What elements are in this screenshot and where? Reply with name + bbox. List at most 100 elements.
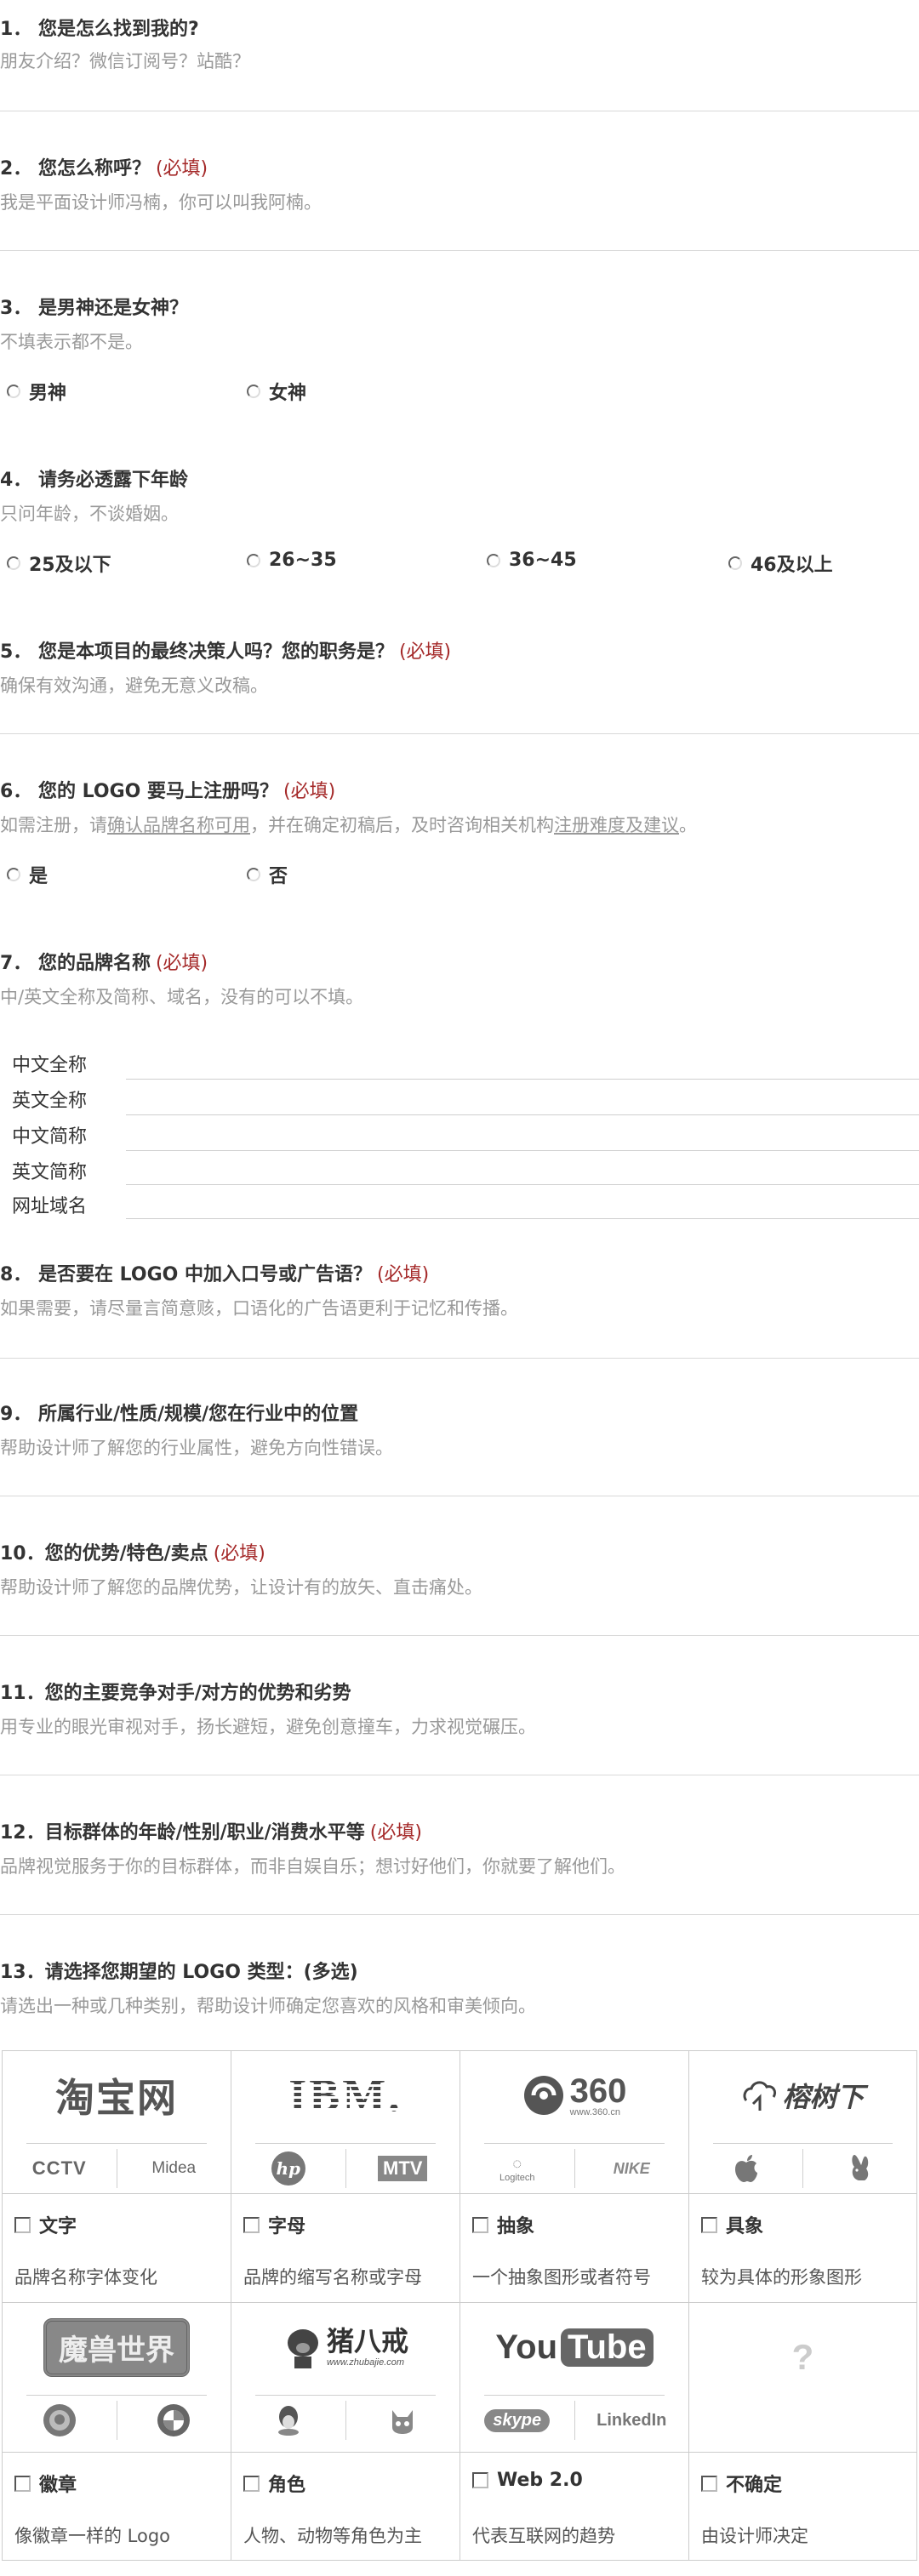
logo-type-title[interactable]: 字母	[243, 2211, 305, 2238]
360-circle-icon	[523, 2076, 563, 2115]
logo-sample-abstract: 360 www.360.cn ◌ Logitech NIKE	[460, 2051, 689, 2194]
radio-button[interactable]	[247, 868, 260, 881]
logo-type-option-undecided[interactable]: 不确定 由设计师决定	[689, 2453, 916, 2560]
logo-main: 魔兽世界	[3, 2303, 231, 2391]
radio-button[interactable]	[487, 553, 500, 567]
logo-type-title[interactable]: 抽象	[472, 2211, 534, 2238]
midea-logo: Midea	[151, 2159, 197, 2177]
logo-type-title[interactable]: 徽章	[14, 2470, 77, 2497]
apple-logo-icon	[734, 2155, 757, 2182]
logo-type-option-text[interactable]: 文字 品牌名称字体变化	[3, 2194, 231, 2303]
option-label: 男神	[29, 383, 67, 404]
option-label: 女神	[269, 383, 307, 404]
required-mark: (必填)	[369, 1822, 422, 1844]
checkbox[interactable]	[14, 2216, 31, 2233]
radio-button[interactable]	[7, 868, 20, 881]
question-6-title: 6． 您的 LOGO 要马上注册吗？ (必填)	[0, 776, 335, 803]
logo-main: IBM.	[231, 2051, 460, 2140]
logo-slot	[117, 2400, 231, 2441]
logo-type-title[interactable]: 文字	[14, 2211, 77, 2238]
age-option-3[interactable]: 36~45	[487, 550, 577, 571]
logo-type-option-abstract[interactable]: 抽象 一个抽象图形或者符号	[460, 2194, 689, 2303]
divider	[713, 2143, 893, 2144]
question-7-hint: 中/英文全称及简称、域名，没有的可以不填。	[0, 987, 364, 1007]
question-5-title: 5． 您是本项目的最终决策人吗？您的职务是？ (必填)	[0, 636, 451, 664]
question-2-title: 2． 您怎么称呼？ (必填)	[0, 153, 208, 180]
zhubajie-logo-group: 猪八戒 www.zhubajie.com	[283, 2324, 408, 2370]
checkbox[interactable]	[701, 2216, 717, 2233]
logo-sub-row: CCTV Midea	[3, 2148, 231, 2189]
question-2-hint: 我是平面设计师冯楠，你可以叫我阿楠。	[0, 192, 322, 213]
question-13-title: 13．请选择您期望的 LOGO 类型：(多选)	[0, 1962, 358, 1983]
logo-type-option-letter[interactable]: 字母 品牌的缩写名称或字母	[231, 2194, 460, 2303]
checkbox[interactable]	[472, 2472, 488, 2488]
question-13-hint: 请选出一种或几种类别，帮助设计师确定您喜欢的风格和审美倾向。	[0, 1996, 536, 2016]
logo-slot: skype	[460, 2400, 574, 2441]
logo-slot: ◌ Logitech	[460, 2148, 574, 2189]
qq-penguin-icon	[277, 2406, 299, 2436]
logo-slot	[3, 2400, 117, 2441]
logo-type-title[interactable]: 具象	[701, 2211, 763, 2238]
field-input-cn-short[interactable]	[126, 1150, 919, 1151]
logo-slot	[231, 2400, 345, 2441]
logo-type-option-web20[interactable]: Web 2.0 代表互联网的趋势	[460, 2453, 689, 2560]
ibm-logo: IBM.	[288, 2070, 402, 2121]
checkbox[interactable]	[243, 2475, 260, 2492]
logo-type-option-figurative[interactable]: 具象 较为具体的形象图形	[689, 2194, 916, 2303]
logo-type-option-badge[interactable]: 徽章 像徽章一样的 Logo	[3, 2453, 231, 2560]
option-label: 26~35	[269, 550, 337, 571]
divider	[0, 1635, 919, 1636]
checkbox-label: 文字	[39, 2216, 77, 2237]
checkbox[interactable]	[14, 2475, 31, 2492]
radio-button[interactable]	[247, 385, 260, 398]
checkbox[interactable]	[243, 2216, 260, 2233]
logitech-mark-icon: ◌	[512, 2154, 522, 2172]
checkbox-label: 抽象	[497, 2216, 535, 2237]
field-input-cn-full[interactable]	[126, 1079, 919, 1080]
divider	[484, 2395, 665, 2396]
field-input-en-full[interactable]	[126, 1114, 919, 1115]
cctv-logo: CCTV	[31, 2157, 87, 2179]
question-1-hint: 朋友介绍？微信订阅号？站酷？	[0, 51, 250, 71]
field-input-en-short[interactable]	[126, 1184, 919, 1185]
register-option-no[interactable]: 否	[247, 861, 288, 888]
question-5-text: 5． 您是本项目的最终决策人吗？您的职务是？	[0, 641, 394, 663]
logo-design-questionnaire: 1． 您是怎么找到我的? 朋友介绍？微信订阅号？站酷？ 2． 您怎么称呼？ (必填…	[0, 0, 919, 2576]
question-5-hint: 确保有效沟通，避免无意义改稿。	[0, 675, 268, 696]
age-option-2[interactable]: 26~35	[247, 550, 337, 571]
question-1-title: 1． 您是怎么找到我的?	[0, 19, 199, 40]
radio-button[interactable]	[7, 556, 20, 570]
question-8-text: 8． 是否要在 LOGO 中加入口号或广告语？	[0, 1264, 372, 1285]
logo-type-option-character[interactable]: 角色 人物、动物等角色为主	[231, 2453, 460, 2560]
logo-type-title[interactable]: 角色	[243, 2470, 305, 2497]
radio-button[interactable]	[7, 385, 20, 398]
option-label: 否	[269, 866, 288, 887]
logo-type-title[interactable]: Web 2.0	[472, 2470, 583, 2491]
logitech-logo: ◌ Logitech	[499, 2155, 535, 2183]
radio-button[interactable]	[728, 556, 742, 570]
nike-logo: NIKE	[613, 2159, 650, 2177]
gender-option-male[interactable]: 男神	[7, 378, 66, 405]
age-option-4[interactable]: 46及以上	[728, 550, 833, 577]
checkbox[interactable]	[701, 2475, 717, 2492]
hint-text: ，并在确定初稿后，及时咨询相关机构	[250, 815, 554, 835]
logo-slot	[346, 2400, 460, 2441]
logo-sub-row	[689, 2148, 916, 2189]
required-mark: (必填)	[155, 953, 208, 974]
radio-button[interactable]	[247, 553, 260, 567]
gender-option-female[interactable]: 女神	[247, 378, 306, 405]
hint-link-check-name[interactable]: 确认品牌名称可用	[107, 815, 250, 835]
age-option-1[interactable]: 25及以下	[7, 550, 111, 577]
logo-sample-letter: IBM. hp MTV	[231, 2051, 460, 2194]
skype-logo: skype	[484, 2408, 551, 2432]
logo-type-title[interactable]: 不确定	[701, 2470, 782, 2497]
question-11-title: 11．您的主要竞争对手/对方的优势和劣势	[0, 1683, 351, 1704]
field-input-domain[interactable]	[126, 1218, 919, 1219]
checkbox[interactable]	[472, 2216, 488, 2233]
hint-link-register-advice[interactable]: 注册难度及建议	[554, 815, 679, 835]
logo-type-desc: 人物、动物等角色为主	[243, 2526, 422, 2546]
logo-sub-row	[3, 2400, 231, 2441]
register-option-yes[interactable]: 是	[7, 861, 48, 888]
divider	[0, 250, 919, 251]
logo-sub-row: hp MTV	[231, 2148, 460, 2189]
